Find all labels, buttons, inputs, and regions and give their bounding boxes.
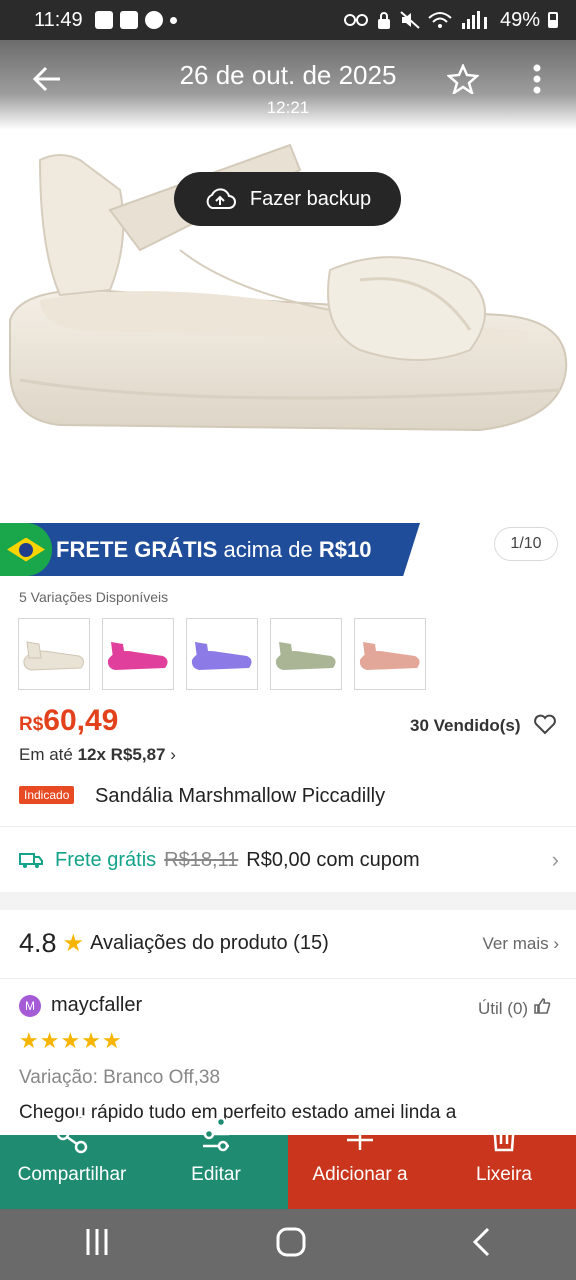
product-price: R$60,49 — [19, 704, 118, 738]
back-nav-button[interactable] — [470, 1226, 494, 1263]
trash-button[interactable]: Lixeira — [432, 1108, 576, 1208]
truck-icon — [19, 853, 43, 868]
more-vert-icon — [533, 64, 541, 94]
shipping-label: Frete grátis — [55, 848, 157, 871]
dot-icon — [169, 16, 177, 24]
signal-icon — [461, 11, 487, 29]
home-icon — [276, 1227, 306, 1257]
sandal-thumb-icon — [191, 642, 252, 670]
sandal-thumb-icon — [275, 642, 336, 670]
banner-mid: acima de — [217, 536, 319, 562]
product-name: Sandália Marshmallow Piccadilly — [95, 785, 386, 807]
battery-icon — [548, 12, 558, 28]
add-to-icon — [347, 1118, 373, 1150]
rating-score: 4.8 — [19, 928, 57, 958]
recent-apps-icon — [86, 1229, 108, 1255]
installments-prefix: Em até — [19, 745, 78, 764]
installments-value: 12x R$5,87 — [77, 745, 166, 764]
thumbs-up-icon — [533, 998, 551, 1014]
sandal-thumb-icon — [359, 642, 420, 670]
backup-button[interactable]: Fazer backup — [174, 172, 401, 226]
reviews-label: Avaliações do produto (15) — [90, 932, 329, 954]
shipping-new-price: R$0,00 com cupom — [246, 848, 420, 871]
recommended-tag: Indicado — [19, 786, 75, 804]
review-stars: ★★★★★ — [19, 1028, 123, 1053]
back-icon — [473, 1227, 490, 1257]
home-button[interactable] — [275, 1226, 307, 1263]
sandal-thumb-icon — [23, 641, 85, 671]
trash-label: Lixeira — [476, 1164, 532, 1185]
price-currency: R$ — [19, 714, 44, 735]
trash-icon — [491, 1116, 517, 1152]
mute-icon — [400, 11, 420, 29]
store-icon — [119, 11, 138, 29]
divider — [0, 826, 576, 827]
cloud-upload-icon — [206, 188, 236, 209]
screen: 11:49 49% 26 de out. de 2025 12:21 Fazer… — [0, 0, 576, 1280]
shipping-old-price: R$18,11 — [164, 848, 239, 871]
share-label: Compartilhar — [17, 1164, 127, 1185]
reviewer: M maycfaller — [19, 994, 142, 1017]
banner-text: FRETE GRÁTIS acima de R$10 — [56, 537, 371, 563]
shipping-row[interactable]: Frete grátis R$18,11 R$0,00 com cupom › — [19, 846, 559, 874]
chat-icon — [144, 11, 163, 29]
lock-icon — [377, 12, 390, 29]
variation-thumbnails — [18, 618, 426, 690]
photo-date: 26 de out. de 2025 — [179, 60, 397, 90]
reviews-header: 4.8 ★ Avaliações do produto (15) Ver mai… — [19, 928, 559, 959]
avatar: M — [19, 994, 41, 1017]
variation-thumb[interactable] — [186, 618, 258, 690]
see-more-link[interactable]: Ver mais › — [482, 934, 559, 954]
edit-button[interactable]: Editar — [144, 1108, 288, 1208]
more-button[interactable] — [514, 56, 560, 102]
reviewer-name: maycfaller — [51, 994, 143, 1016]
photo-time: 12:21 — [266, 98, 310, 117]
system-icons: 49% — [343, 8, 558, 32]
share-icon — [56, 1114, 88, 1154]
link-icon — [343, 14, 368, 26]
free-shipping-banner: FRETE GRÁTIS acima de R$10 — [0, 523, 420, 576]
image-icon — [94, 11, 113, 29]
star-icon — [447, 64, 479, 94]
installments[interactable]: Em até 12x R$5,87 › — [19, 745, 176, 765]
price-value: 60,49 — [43, 704, 119, 737]
divider — [0, 978, 576, 979]
variations-label: 5 Variações Disponíveis — [19, 589, 169, 605]
sold-count: 30 Vendido(s) — [410, 716, 521, 735]
section-gap — [0, 892, 576, 910]
sliders-icon — [203, 1116, 229, 1152]
wifi-icon — [428, 12, 452, 28]
share-button[interactable]: Compartilhar — [0, 1108, 144, 1208]
status-bar: 11:49 49% — [0, 0, 576, 40]
system-nav-bar — [0, 1209, 576, 1280]
heart-icon — [534, 714, 556, 735]
gallery-header: 26 de out. de 2025 12:21 — [0, 40, 576, 130]
variation-thumb[interactable] — [18, 618, 90, 690]
useful-button[interactable]: Útil (0) — [478, 998, 551, 1019]
star-icon: ★ — [62, 930, 85, 957]
brazil-flag-icon — [0, 523, 52, 576]
gallery-actions: Compartilhar Editar Adicionar a Lixeira — [0, 1108, 576, 1208]
battery-text: 49% — [499, 8, 540, 31]
chevron-right-icon: › — [551, 847, 559, 872]
add-to-label: Adicionar a — [312, 1164, 408, 1185]
edit-label: Editar — [191, 1164, 241, 1185]
favorite-button[interactable] — [440, 56, 486, 102]
useful-label: Útil (0) — [478, 999, 529, 1018]
variation-thumb[interactable] — [102, 618, 174, 690]
image-counter: 1/10 — [494, 527, 558, 561]
recent-apps-button[interactable] — [82, 1226, 112, 1263]
variation-thumb[interactable] — [270, 618, 342, 690]
notification-icons — [94, 11, 177, 29]
variation-thumb[interactable] — [354, 618, 426, 690]
backup-label: Fazer backup — [249, 187, 372, 210]
add-to-button[interactable]: Adicionar a — [288, 1108, 432, 1208]
chevron-right-icon: › — [170, 745, 176, 764]
wishlist-button[interactable] — [533, 713, 557, 740]
status-time: 11:49 — [34, 8, 83, 31]
sandal-thumb-icon — [107, 642, 168, 670]
banner-strong: FRETE GRÁTIS — [56, 536, 218, 562]
review-variation: Variação: Branco Off,38 — [19, 1067, 221, 1088]
banner-amount: R$10 — [318, 536, 372, 562]
